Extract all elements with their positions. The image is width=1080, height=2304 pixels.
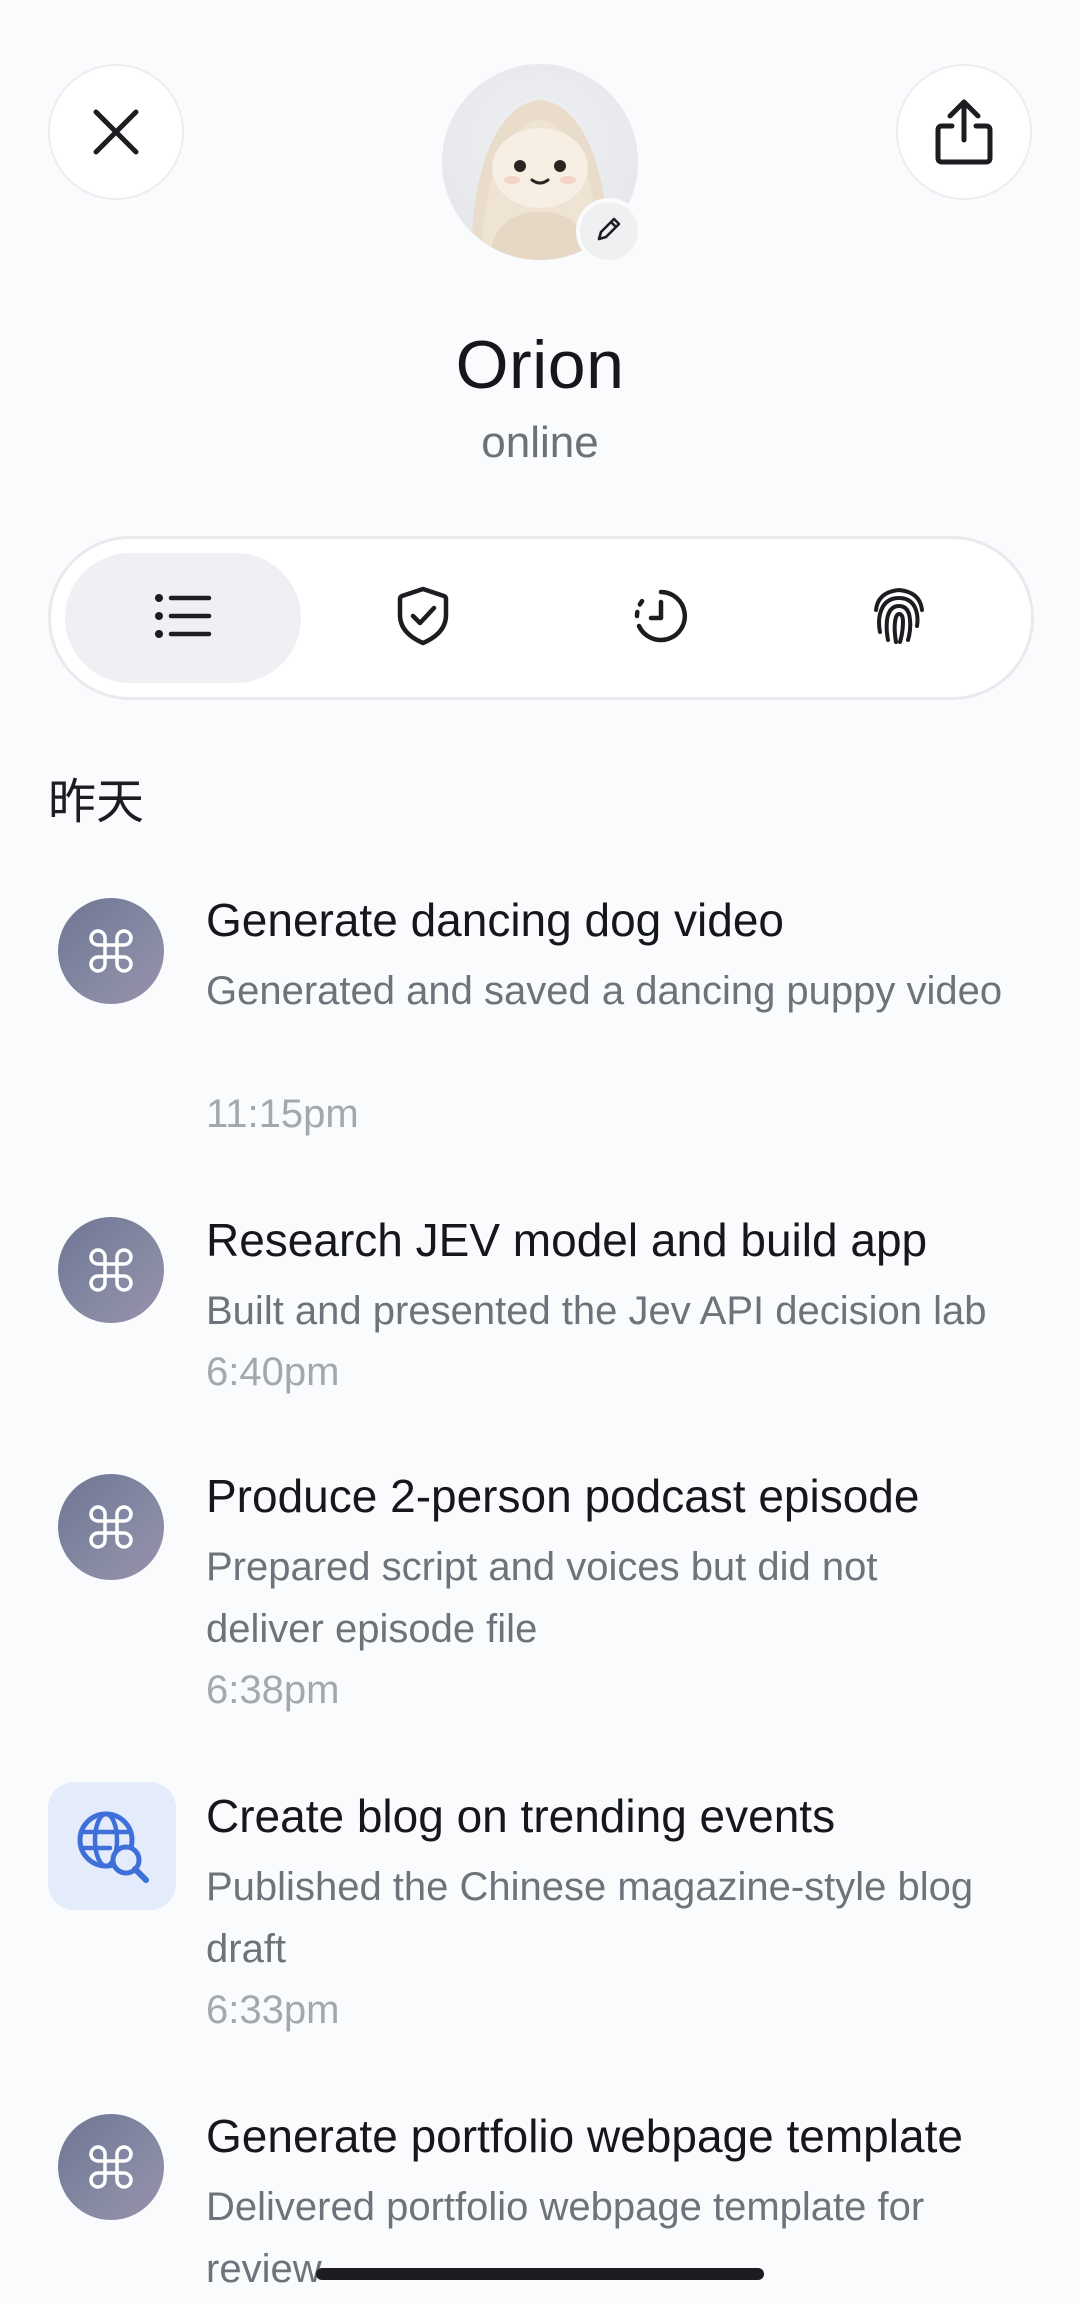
command-icon	[58, 1474, 164, 1580]
task-title: Research JEV model and build app	[206, 1214, 928, 1266]
tab-history[interactable]	[543, 553, 779, 683]
tab-bar	[48, 536, 1034, 700]
close-icon	[88, 104, 144, 160]
task-description: Built and presented the Jev API decision…	[206, 1289, 987, 1333]
avatar-container	[442, 64, 642, 264]
list-icon	[153, 592, 213, 645]
task-time: 6:38pm	[206, 1668, 340, 1712]
clock-history-icon	[631, 586, 691, 651]
edit-avatar-button[interactable]	[576, 198, 642, 264]
pencil-icon	[593, 213, 625, 250]
task-time: 6:40pm	[206, 1350, 340, 1394]
shield-check-icon	[396, 585, 450, 652]
task-title: Generate portfolio webpage template	[206, 2110, 963, 2162]
globe-search-icon	[48, 1782, 176, 1910]
fingerprint-icon	[870, 586, 928, 651]
command-icon	[58, 898, 164, 1004]
tab-security[interactable]	[305, 553, 541, 683]
share-button[interactable]	[896, 64, 1032, 200]
task-description: Prepared script and voices but did not d…	[206, 1545, 878, 1651]
task-title: Create blog on trending events	[206, 1790, 836, 1842]
section-header-date: 昨天	[48, 774, 145, 830]
task-title: Produce 2-person podcast episode	[206, 1470, 920, 1522]
home-indicator[interactable]	[316, 2268, 764, 2280]
task-description: Generated and saved a dancing puppy vide…	[206, 969, 1003, 1013]
command-icon	[58, 1217, 164, 1323]
task-title: Generate dancing dog video	[206, 894, 784, 946]
task-time: 11:15pm	[206, 1092, 359, 1136]
share-icon	[932, 96, 996, 168]
profile-status: online	[481, 418, 599, 467]
command-icon	[58, 2114, 164, 2220]
task-description: Delivered portfolio webpage template for…	[206, 2185, 925, 2291]
agent-profile-screen: Orion online 昨天 Generate dancing dog vid…	[0, 0, 1080, 2304]
tab-tasks[interactable]	[65, 553, 301, 683]
profile-name: Orion	[455, 327, 625, 403]
tab-identity[interactable]	[781, 553, 1017, 683]
task-time: 6:33pm	[206, 1988, 340, 2032]
task-description: Published the Chinese magazine-style blo…	[206, 1865, 974, 1971]
close-button[interactable]	[48, 64, 184, 200]
